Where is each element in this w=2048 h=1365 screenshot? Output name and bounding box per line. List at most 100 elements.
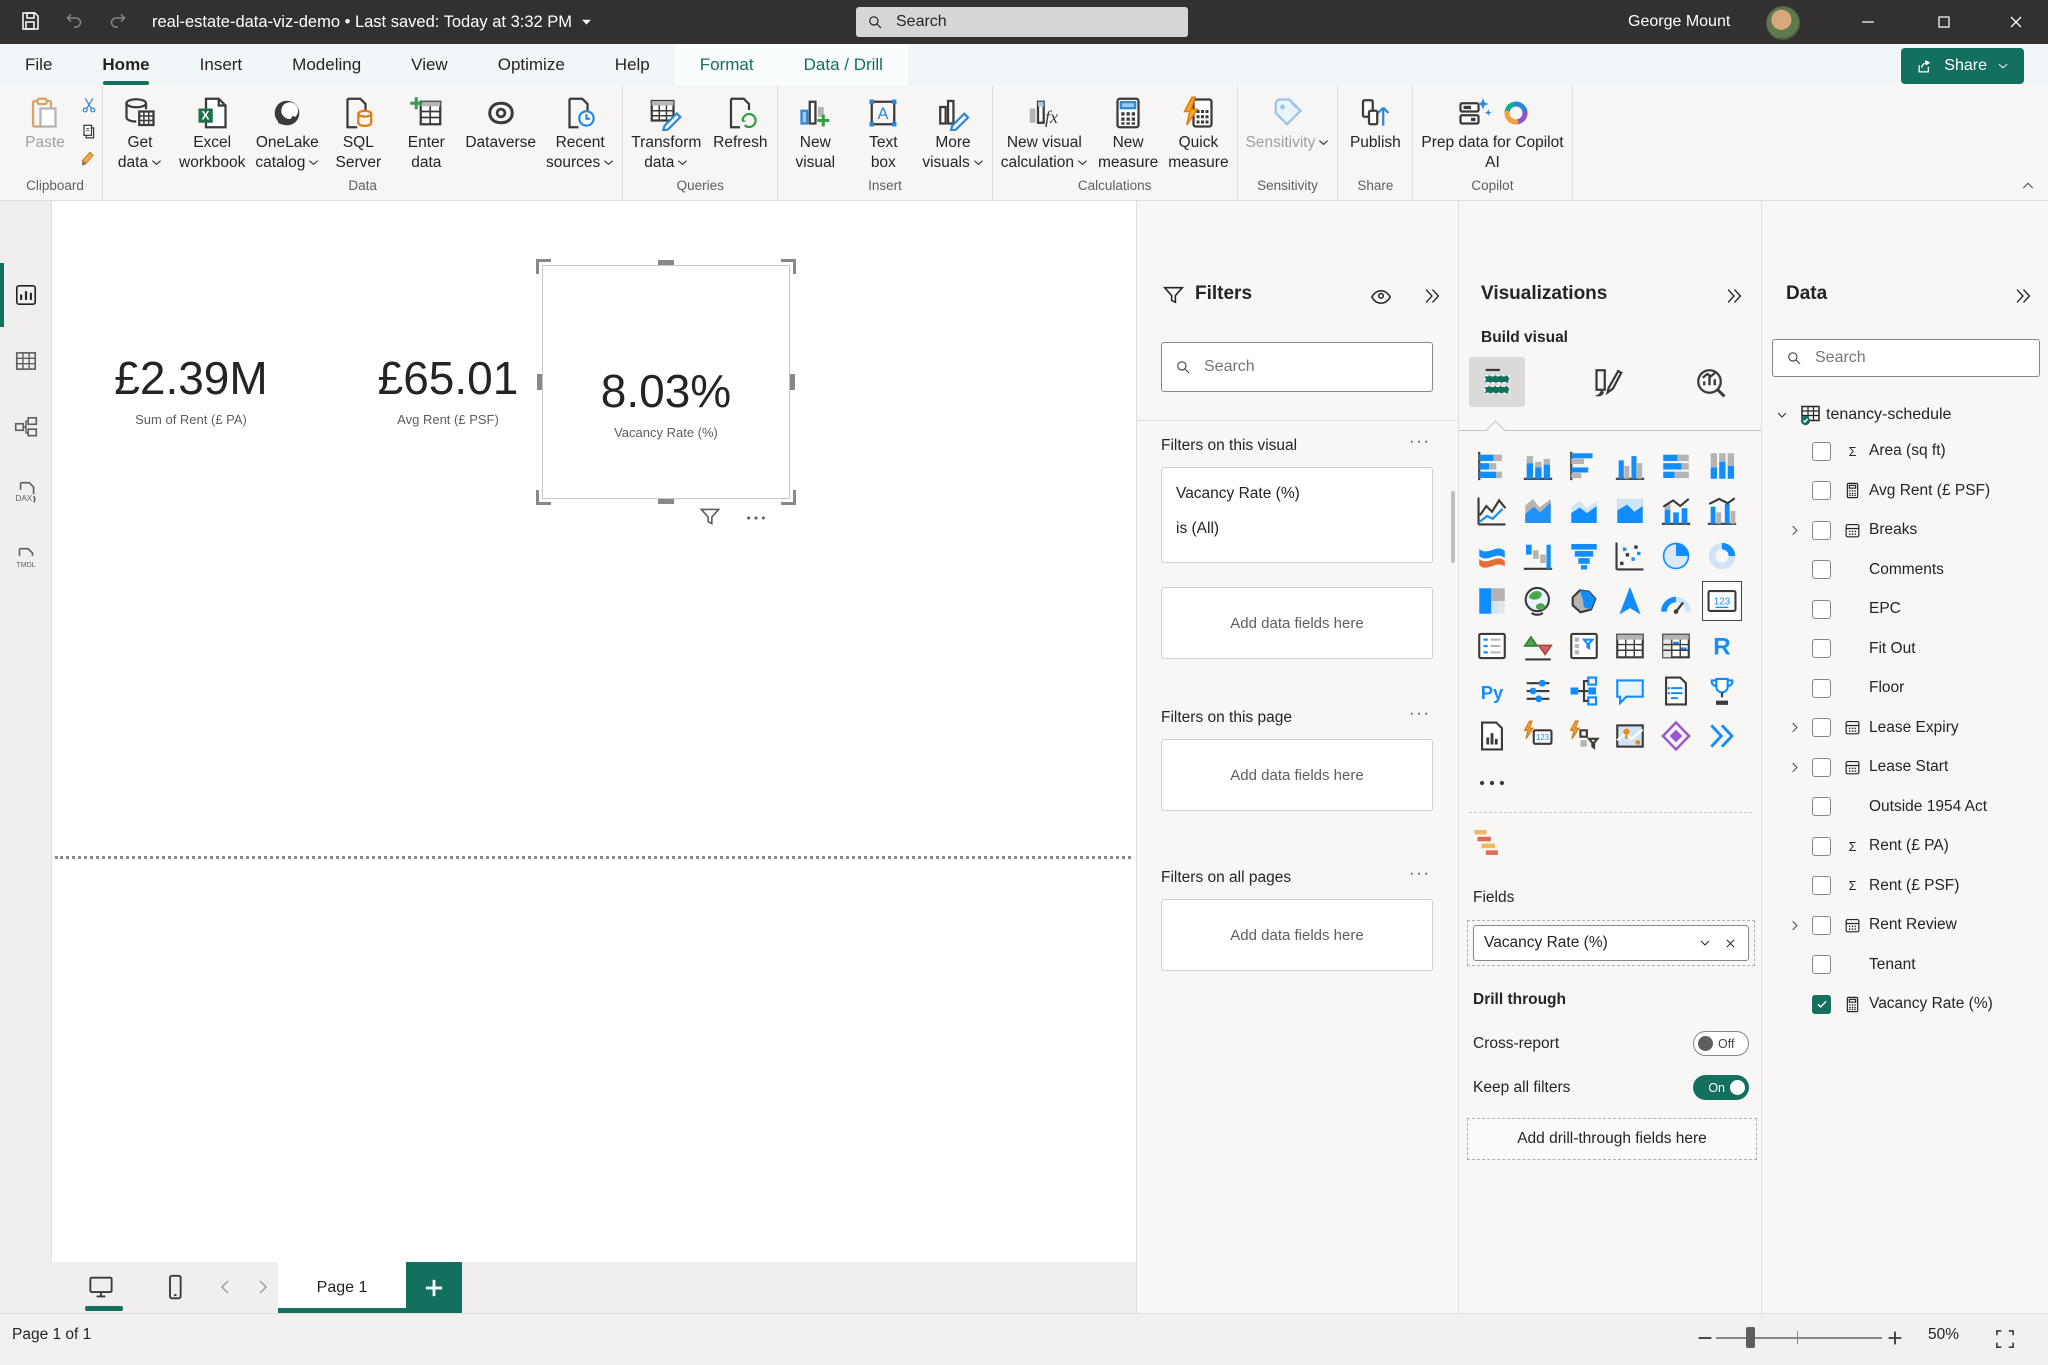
fit-to-page-icon[interactable] (1992, 1326, 2018, 1352)
visual-type-scatter-chart[interactable] (1607, 533, 1653, 578)
global-search-input[interactable] (894, 12, 1158, 32)
more-visuals-button[interactable]: Morevisuals (917, 93, 988, 173)
tab-analytics[interactable] (1691, 363, 1731, 403)
visual-type-gauge[interactable] (1653, 578, 1699, 623)
mobile-layout-icon[interactable] (160, 1272, 190, 1302)
sensitivity-button[interactable]: Sensitivity (1241, 93, 1335, 153)
menu-tab-data-drill[interactable]: Data / Drill (779, 44, 908, 85)
onelake-catalog-button[interactable]: OneLakecatalog (250, 93, 324, 173)
field-row[interactable]: Vacancy Rate (%) (1762, 986, 2048, 1022)
collapse-pane-icon[interactable] (2012, 285, 2034, 307)
visual-type-q-and-a[interactable] (1607, 668, 1653, 713)
visual-type-waterfall-chart[interactable] (1515, 533, 1561, 578)
visual-type-smart-narrative[interactable] (1653, 668, 1699, 713)
visual-type-hundred-stacked-bar-chart[interactable] (1653, 443, 1699, 488)
field-checkbox[interactable] (1812, 679, 1831, 698)
field-row[interactable]: ΣArea (sq ft) (1762, 433, 2048, 469)
selection-handle[interactable] (536, 490, 551, 505)
visual-type-card[interactable]: 123 (1699, 578, 1745, 623)
visual-type-stacked-bar-chart[interactable] (1469, 443, 1515, 488)
tab-build-visual[interactable] (1469, 357, 1525, 407)
zoom-slider-thumb[interactable] (1746, 1327, 1755, 1348)
quick-measure-button[interactable]: Quickmeasure (1163, 93, 1233, 173)
selection-handle[interactable] (658, 260, 674, 265)
selection-handle[interactable] (781, 490, 796, 505)
prep-copilot-button[interactable]: Prep data for CopilotAI (1416, 93, 1568, 173)
expand-chevron-icon[interactable] (1787, 523, 1802, 538)
visual-type-pie-chart[interactable] (1653, 533, 1699, 578)
excel-workbook-button[interactable]: XExcelworkbook (174, 93, 250, 173)
collapse-pane-icon[interactable] (1723, 285, 1745, 307)
card-visual-selected[interactable]: 8.03%Vacancy Rate (%) (542, 265, 790, 499)
add-data-fields-box[interactable]: Add data fields here (1161, 739, 1433, 811)
visual-type-slicer[interactable] (1561, 623, 1607, 668)
filters-search-box[interactable] (1161, 342, 1433, 392)
menu-tab-file[interactable]: File (0, 44, 77, 85)
tab-format-visual[interactable] (1587, 363, 1627, 403)
sidebar-item-tmdl-view[interactable]: TMDL (0, 539, 52, 579)
visual-filter-icon[interactable] (697, 504, 723, 530)
visual-type-decomposition-tree[interactable] (1561, 668, 1607, 713)
enter-data-button[interactable]: Enterdata (392, 93, 460, 173)
visual-type-hundred-stacked-area-chart[interactable] (1607, 488, 1653, 533)
field-row[interactable]: Floor (1762, 670, 2048, 706)
refresh-button[interactable]: Refresh (706, 93, 774, 153)
field-checkbox[interactable] (1812, 837, 1831, 856)
field-checkbox[interactable] (1812, 481, 1831, 500)
field-row[interactable]: Outside 1954 Act (1762, 789, 2048, 825)
undo-icon[interactable] (62, 9, 88, 35)
menu-tab-format[interactable]: Format (675, 44, 779, 85)
visual-type-r-script-visual[interactable]: R (1699, 623, 1745, 668)
format-painter-icon[interactable] (79, 149, 99, 169)
field-checkbox[interactable] (1812, 876, 1831, 895)
redo-icon[interactable] (106, 9, 132, 35)
visual-type-clustered-column-chart[interactable] (1607, 443, 1653, 488)
new-page-button[interactable] (406, 1262, 462, 1313)
selection-handle[interactable] (781, 259, 796, 274)
remove-field-icon[interactable] (1723, 936, 1738, 951)
recent-sources-button[interactable]: Recentsources (541, 93, 619, 173)
selection-handle[interactable] (537, 374, 542, 390)
field-checkbox[interactable] (1812, 442, 1831, 461)
add-drill-through-box[interactable]: Add drill-through fields here (1467, 1118, 1757, 1160)
visual-more-options-icon[interactable] (745, 507, 767, 529)
menu-tab-optimize[interactable]: Optimize (473, 44, 590, 85)
section-more-options-icon[interactable]: ··· (1409, 433, 1431, 451)
card-visual[interactable]: £2.39MSum of Rent (£ PA) (71, 351, 311, 427)
visual-type-clustered-bar-chart[interactable] (1561, 443, 1607, 488)
field-checkbox[interactable] (1812, 718, 1831, 737)
visual-type-hundred-stacked-column-chart[interactable] (1699, 443, 1745, 488)
field-checkbox[interactable] (1812, 560, 1831, 579)
field-checkbox[interactable] (1812, 797, 1831, 816)
visual-type-area-chart[interactable] (1515, 488, 1561, 533)
custom-visual-gantt-icon[interactable] (1471, 825, 1505, 859)
menu-tab-view[interactable]: View (386, 44, 473, 85)
avatar[interactable] (1766, 6, 1800, 40)
field-checkbox[interactable] (1812, 916, 1831, 935)
visual-type-metrics[interactable] (1699, 668, 1745, 713)
cross-report-toggle[interactable]: Off (1693, 1031, 1749, 1056)
copy-icon[interactable] (79, 122, 99, 142)
filter-card[interactable]: Vacancy Rate (%)is (All) (1161, 467, 1433, 563)
field-row[interactable]: EPC (1762, 591, 2048, 627)
expand-chevron-icon[interactable] (1787, 918, 1802, 933)
visual-type-map[interactable] (1515, 578, 1561, 623)
field-row[interactable]: Avg Rent (£ PSF) (1762, 473, 2048, 509)
data-search-input[interactable] (1813, 348, 2007, 368)
visual-type-funnel-chart[interactable] (1561, 533, 1607, 578)
visual-type-ribbon-chart[interactable] (1469, 533, 1515, 578)
new-visual-button[interactable]: Newvisual (781, 93, 849, 173)
visual-type-table[interactable] (1607, 623, 1653, 668)
dataverse-button[interactable]: Dataverse (460, 93, 541, 153)
new-visual-calculation-button[interactable]: fxNew visualcalculation (996, 93, 1093, 173)
selection-handle[interactable] (658, 499, 674, 504)
cut-icon[interactable] (79, 95, 99, 115)
expand-chevron-icon[interactable] (1787, 720, 1802, 735)
more-visual-options-icon[interactable] (1475, 766, 1509, 800)
add-data-fields-box[interactable]: Add data fields here (1161, 587, 1433, 659)
field-row[interactable]: ΣRent (£ PSF) (1762, 868, 2048, 904)
menu-tab-insert[interactable]: Insert (175, 44, 268, 85)
eye-icon[interactable] (1369, 285, 1393, 309)
visual-type-donut-chart[interactable] (1699, 533, 1745, 578)
sql-server-button[interactable]: SQLServer (324, 93, 392, 173)
